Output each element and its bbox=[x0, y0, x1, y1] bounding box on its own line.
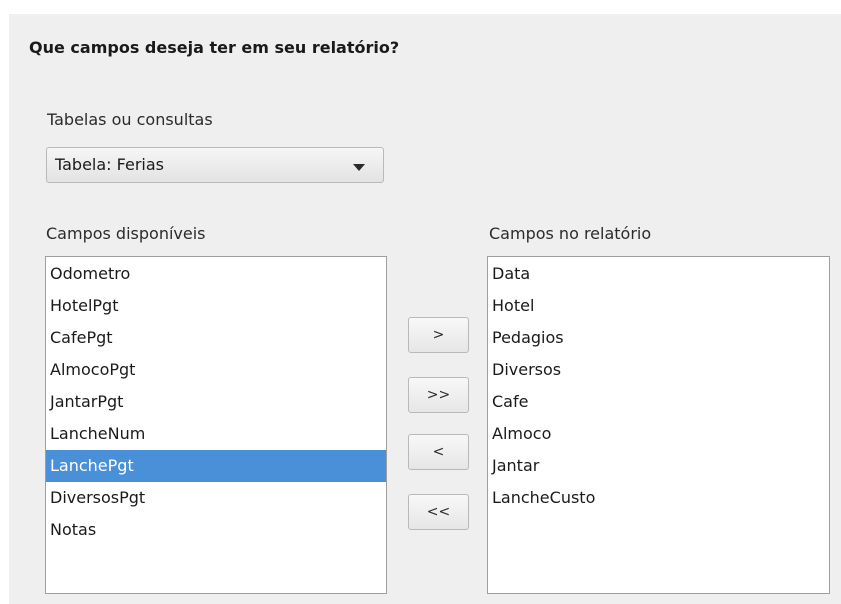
available-fields-label: Campos disponíveis bbox=[46, 224, 206, 243]
report-field-item[interactable]: Data bbox=[488, 258, 829, 290]
chevron-down-icon bbox=[353, 164, 365, 171]
report-field-item[interactable]: Diversos bbox=[488, 354, 829, 386]
report-field-item[interactable]: Hotel bbox=[488, 290, 829, 322]
available-field-item[interactable]: LanchePgt bbox=[46, 450, 386, 482]
available-field-item[interactable]: DiversosPgt bbox=[46, 482, 386, 514]
report-fields-label: Campos no relatório bbox=[489, 224, 652, 243]
report-field-item[interactable]: Cafe bbox=[488, 386, 829, 418]
tables-label: Tabelas ou consultas bbox=[47, 110, 213, 129]
available-field-item[interactable]: HotelPgt bbox=[46, 290, 386, 322]
tables-dropdown-value: Tabela: Ferias bbox=[55, 155, 164, 174]
available-field-item[interactable]: CafePgt bbox=[46, 322, 386, 354]
remove-field-button[interactable]: < bbox=[408, 434, 469, 470]
available-field-item[interactable]: AlmocoPgt bbox=[46, 354, 386, 386]
available-field-item[interactable]: JantarPgt bbox=[46, 386, 386, 418]
page-title: Que campos deseja ter em seu relatório? bbox=[29, 38, 400, 57]
report-fields-list[interactable]: Data Hotel Pedagios Diversos Cafe Almoco Janta… bbox=[487, 256, 830, 594]
tables-dropdown[interactable]: Tabela: Ferias bbox=[46, 147, 384, 183]
remove-all-fields-button[interactable]: << bbox=[408, 494, 469, 530]
add-field-button[interactable]: > bbox=[408, 317, 469, 353]
available-field-item[interactable]: Notas bbox=[46, 514, 386, 546]
add-all-fields-button[interactable]: >> bbox=[408, 377, 469, 413]
available-field-item[interactable]: LancheNum bbox=[46, 418, 386, 450]
report-field-item[interactable]: Almoco bbox=[488, 418, 829, 450]
report-field-item[interactable]: LancheCusto bbox=[488, 482, 829, 514]
available-fields-list[interactable]: Odometro HotelPgt CafePgt AlmocoPgt JantarPg… bbox=[45, 256, 387, 594]
report-field-item[interactable]: Jantar bbox=[488, 450, 829, 482]
available-field-item[interactable]: Odometro bbox=[46, 258, 386, 290]
report-field-item[interactable]: Pedagios bbox=[488, 322, 829, 354]
